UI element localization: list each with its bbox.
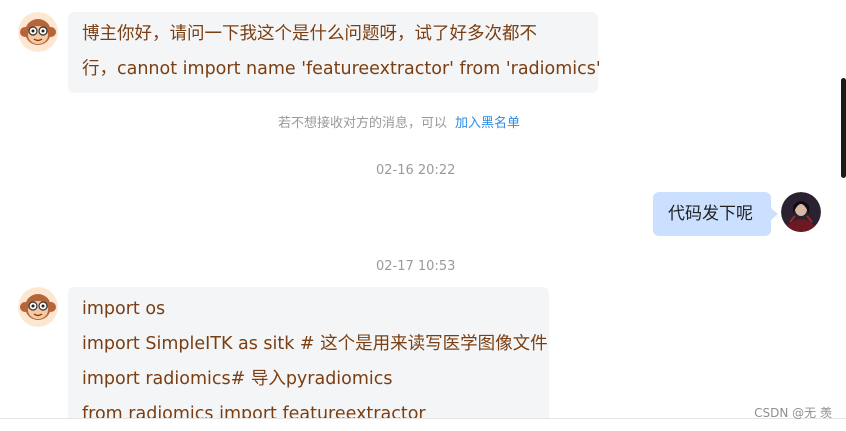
user-photo-avatar-icon [781,192,821,232]
sender-avatar[interactable] [18,287,58,327]
block-notice: 若不想接收对方的消息，可以 加入黑名单 [278,112,520,131]
user-avatar[interactable] [781,192,821,232]
message-line: 博主你好，请问一下我这个是什么问题呀，试了好多次都不 [82,24,537,44]
monkey-avatar-icon [18,12,58,52]
message-timestamp: 02-16 20:22 [376,163,456,178]
message-text: 代码发下呢 [668,204,753,224]
code-line: import os [82,299,166,319]
monkey-avatar-icon [18,287,58,327]
code-line: import SimpleITK as sitk # 这个是用来读写医学图像文件 [82,334,548,354]
code-line: from radiomics import featureextractor [82,404,426,418]
csdn-watermark: CSDN @无 羡 [754,406,832,420]
add-to-blacklist-link[interactable]: 加入黑名单 [455,116,520,131]
message-bubble-incoming[interactable]: 博主你好，请问一下我这个是什么问题呀，试了好多次都不 行，cannot impo… [68,12,601,92]
block-notice-text: 若不想接收对方的消息，可以 [278,116,448,131]
scrollbar-thumb[interactable] [841,78,846,178]
message-bubble-incoming[interactable]: import os import SimpleITK as sitk # 这个是… [68,287,549,418]
sender-avatar[interactable] [18,12,58,52]
message-bubble-outgoing[interactable]: 代码发下呢 [653,192,778,236]
code-line: import radiomics# 导入pyradiomics [82,369,393,389]
message-timestamp: 02-17 10:53 [376,259,456,274]
message-line: 行，cannot import name 'featureextractor' … [82,59,601,79]
footer-bar [0,418,846,431]
chat-area[interactable]: 博主你好，请问一下我这个是什么问题呀，试了好多次都不 行，cannot impo… [0,0,846,418]
